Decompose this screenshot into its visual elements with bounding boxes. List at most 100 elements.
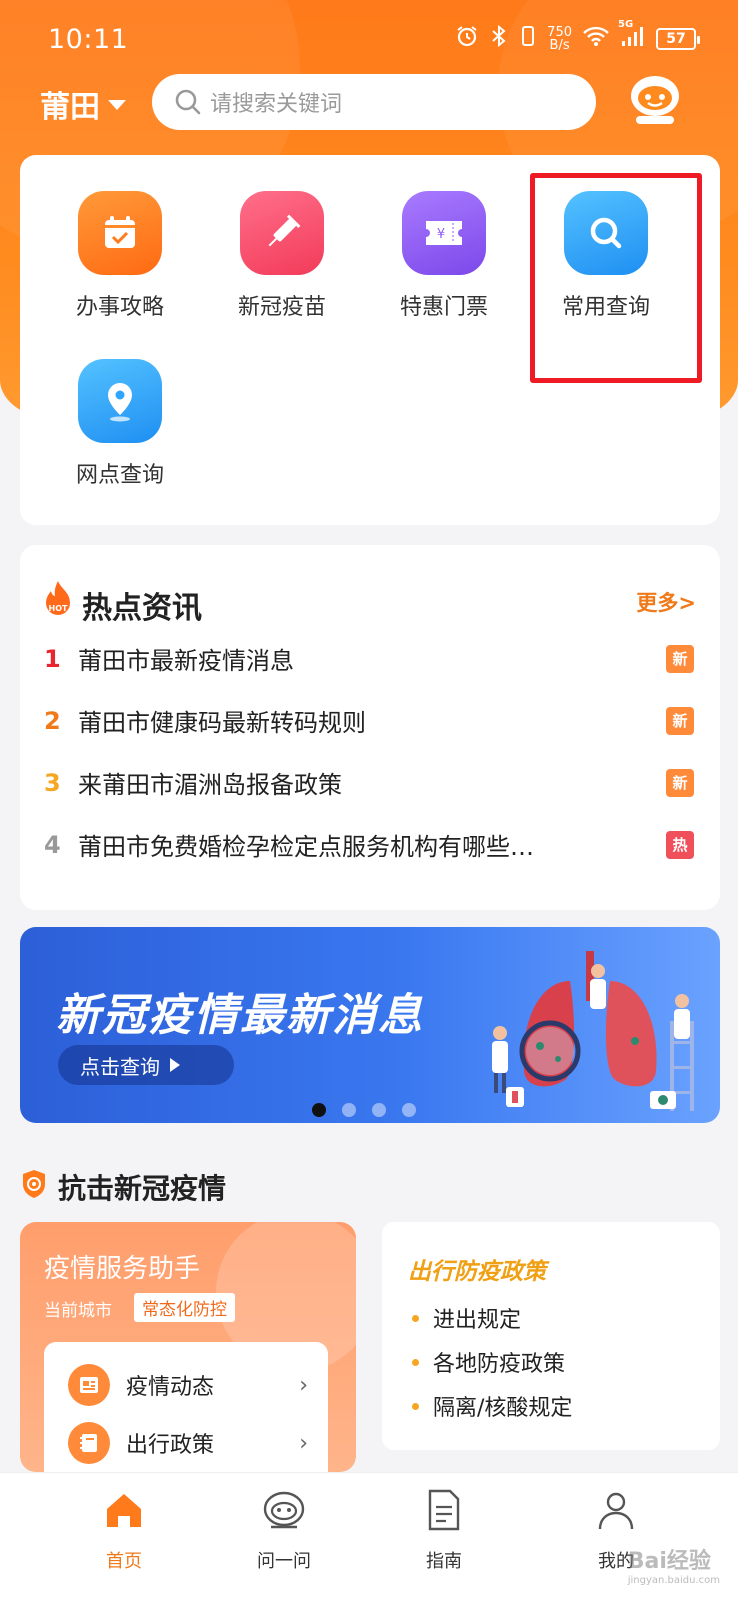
news-rank: 4: [44, 830, 61, 859]
news-text: 莆田市最新疫情消息: [78, 647, 294, 675]
covid-assistant-card[interactable]: 疫情服务助手 当前城市 常态化防控 疫情动态 › 出行政策 ›: [20, 1222, 356, 1472]
ticket-button[interactable]: ¥ 特惠门票: [364, 191, 524, 321]
svg-text:¥: ¥: [437, 227, 445, 242]
watermark: Bai经验 jingyan.baidu.com: [627, 1549, 720, 1586]
bluetooth-icon: [489, 24, 509, 53]
banner-button-label: 点击查询: [80, 1054, 160, 1079]
tab-ask-label: 问一问: [257, 1551, 311, 1572]
policy-item-label: 隔离/核酸规定: [433, 1396, 573, 1421]
news-rank: 3: [44, 768, 61, 797]
robot-assistant-icon[interactable]: [626, 70, 684, 128]
travel-policy-card[interactable]: 出行防疫政策 进出规定 各地防疫政策 隔离/核酸规定: [382, 1222, 720, 1450]
assistant-menu: 疫情动态 › 出行政策 ›: [44, 1342, 328, 1472]
policy-item[interactable]: 各地防疫政策: [412, 1346, 565, 1378]
tab-guide-label: 指南: [426, 1551, 462, 1572]
syringe-icon: [240, 191, 324, 275]
chevron-right-icon: ›: [299, 1430, 308, 1456]
bullet-dot: [412, 1402, 419, 1410]
cell-signal-icon: 5G: [618, 19, 646, 52]
tab-home-label: 首页: [106, 1551, 142, 1572]
news-tag: 热: [666, 830, 694, 859]
robot-icon: [263, 1491, 305, 1529]
news-text: 莆田市免费婚检孕检定点服务机构有哪些…: [78, 833, 534, 861]
carousel-dot[interactable]: [342, 1103, 356, 1117]
play-triangle-icon: [170, 1058, 180, 1072]
search-placeholder: 请搜索关键词: [210, 92, 343, 117]
shield-target-icon: [23, 1170, 45, 1198]
news-tag: 新: [666, 706, 694, 735]
travel-policy-label: 出行政策: [126, 1433, 215, 1458]
chevron-right-icon: ›: [299, 1372, 308, 1398]
document-icon: [428, 1489, 460, 1531]
caret-down-icon: [108, 100, 126, 110]
news-icon: [68, 1364, 110, 1406]
current-city-label: 当前城市: [44, 1301, 112, 1321]
carousel-dot[interactable]: [402, 1103, 416, 1117]
news-rank: 1: [44, 644, 61, 673]
bullet-dot: [412, 1358, 419, 1366]
bullet-dot: [412, 1314, 419, 1322]
outlet-query-label: 网点查询: [75, 463, 164, 488]
hot-news-title: 热点资讯: [82, 591, 202, 626]
news-item[interactable]: 3 来莆田市湄洲岛报备政策 新: [44, 765, 694, 800]
hot-news-card: HOT 热点资讯 更多> 1 莆田市最新疫情消息 新 2 莆田市健康码最新转码规…: [20, 545, 720, 910]
policy-title: 出行防疫政策: [408, 1259, 546, 1285]
service-guide-label: 办事攻略: [75, 295, 164, 320]
ticket-icon: ¥: [402, 191, 486, 275]
policy-item[interactable]: 隔离/核酸规定: [412, 1390, 572, 1422]
lungs-illustration: [492, 951, 694, 1111]
notebook-icon: [68, 1422, 110, 1464]
carousel-dot[interactable]: [312, 1103, 326, 1117]
section-title: 抗击新冠疫情: [58, 1172, 227, 1205]
user-icon: [598, 1492, 634, 1530]
tab-guide[interactable]: 指南: [384, 1487, 504, 1573]
epidemic-updates-item[interactable]: 疫情动态 ›: [68, 1364, 308, 1406]
calendar-check-icon: [78, 191, 162, 275]
news-text: 莆田市健康码最新转码规则: [78, 709, 366, 737]
policy-item[interactable]: 进出规定: [412, 1302, 521, 1334]
news-text: 来莆田市湄洲岛报备政策: [78, 771, 342, 799]
battery-indicator: 57: [656, 27, 700, 50]
tab-ask[interactable]: 问一问: [224, 1487, 344, 1573]
vaccine-button[interactable]: 新冠疫苗: [202, 191, 362, 321]
search-icon: [175, 89, 201, 115]
status-bar: 10:11 750 B/s 5G 57: [0, 0, 738, 80]
banner-title: 新冠疫情最新消息: [56, 990, 424, 1041]
news-tag: 新: [666, 644, 694, 673]
news-item[interactable]: 1 莆田市最新疫情消息 新: [44, 641, 694, 676]
city-label: 莆田: [40, 90, 100, 125]
tab-home[interactable]: 首页: [64, 1487, 184, 1573]
status-badge: 常态化防控: [134, 1293, 235, 1322]
carousel-dot[interactable]: [372, 1103, 386, 1117]
news-rank: 2: [44, 706, 61, 735]
news-item[interactable]: 2 莆田市健康码最新转码规则 新: [44, 703, 694, 738]
epidemic-updates-label: 疫情动态: [126, 1375, 215, 1400]
vaccine-label: 新冠疫苗: [237, 295, 326, 320]
carousel-dots: [312, 1103, 416, 1117]
service-guide-button[interactable]: 办事攻略: [40, 191, 200, 321]
fire-icon: HOT: [46, 581, 70, 615]
bottom-tab-bar: 首页 问一问 指南 我的 Bai经验 jingyan.baidu.com: [0, 1472, 738, 1600]
highlight-box: [530, 173, 702, 383]
assistant-title: 疫情服务助手: [44, 1254, 201, 1284]
news-item[interactable]: 4 莆田市免费婚检孕检定点服务机构有哪些… 热: [44, 827, 694, 862]
location-pin-icon: [78, 359, 162, 443]
ticket-label: 特惠门票: [399, 295, 488, 320]
city-selector[interactable]: 莆田: [40, 82, 126, 126]
travel-policy-item[interactable]: 出行政策 ›: [68, 1422, 308, 1464]
outlet-query-button[interactable]: 网点查询: [40, 359, 200, 489]
wifi-icon: [582, 25, 610, 52]
more-link[interactable]: 更多>: [636, 587, 696, 617]
banner-query-button[interactable]: 点击查询: [58, 1045, 234, 1085]
policy-item-label: 各地防疫政策: [433, 1352, 566, 1377]
status-time: 10:11: [48, 24, 129, 55]
home-icon: [107, 1494, 141, 1527]
alarm-icon: [455, 24, 479, 53]
policy-item-label: 进出规定: [433, 1308, 522, 1333]
svg-text:HOT: HOT: [49, 604, 68, 613]
net-speed: 750 B/s: [547, 24, 572, 53]
vibrate-icon: [519, 24, 537, 53]
covid-news-banner[interactable]: 新冠疫情最新消息 点击查询: [20, 927, 720, 1123]
news-tag: 新: [666, 768, 694, 797]
search-bar[interactable]: 请搜索关键词: [152, 74, 596, 130]
